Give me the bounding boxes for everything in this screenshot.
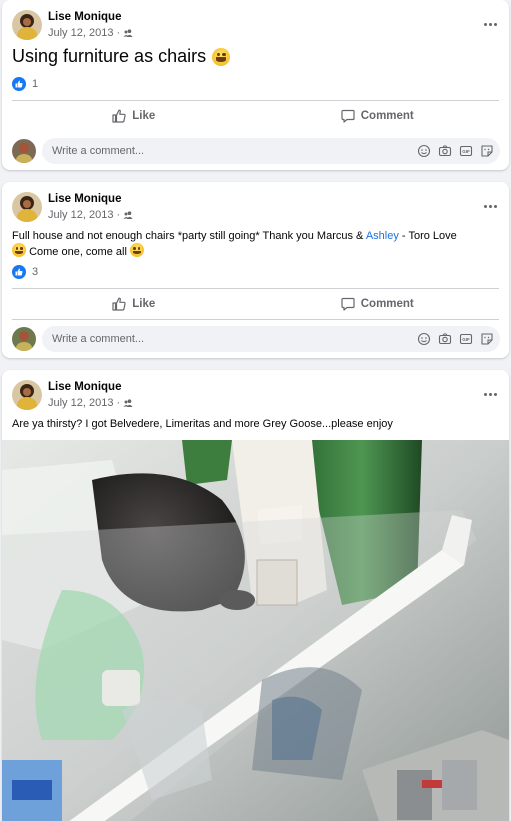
post-actions: Like Comment — [12, 102, 499, 130]
mention-link[interactable]: Ashley — [366, 230, 399, 242]
comment-label: Comment — [360, 298, 414, 310]
reaction-summary[interactable]: 1 — [12, 77, 38, 91]
more-options-icon[interactable] — [478, 196, 502, 216]
post-text: Using furniture as chairs — [12, 46, 231, 67]
comment-button[interactable]: Comment — [256, 102, 500, 130]
meta-separator: · — [116, 27, 121, 39]
comment-label: Comment — [360, 110, 414, 122]
user-avatar[interactable] — [12, 139, 36, 163]
user-avatar[interactable] — [12, 327, 36, 351]
meta-separator: · — [116, 209, 121, 221]
author-avatar[interactable] — [12, 10, 42, 40]
post-header: Lise Monique July 12, 2013 · — [12, 10, 502, 42]
fridge-photo-image — [2, 440, 509, 821]
post-text-content: Are ya thirsty? I got Belvedere, Limerit… — [12, 418, 393, 430]
thumbs-up-icon — [112, 297, 126, 311]
comment-input[interactable]: Write a comment... GIF — [42, 138, 500, 164]
post-text: Full house and not enough chairs *party … — [12, 229, 502, 259]
friends-icon[interactable] — [123, 28, 133, 38]
comment-placeholder: Write a comment... — [52, 333, 145, 345]
more-options-icon[interactable] — [478, 384, 502, 404]
author-name[interactable]: Lise Monique — [48, 381, 121, 393]
post-meta: July 12, 2013 · — [48, 27, 133, 39]
emoji-icon[interactable] — [417, 144, 431, 158]
sticker-icon[interactable] — [480, 332, 494, 346]
post-meta: July 12, 2013 · — [48, 209, 133, 221]
emoji-icon[interactable] — [417, 332, 431, 346]
smiling-emoji-icon — [12, 243, 26, 257]
friends-icon[interactable] — [123, 210, 133, 220]
author-avatar[interactable] — [12, 380, 42, 410]
post-card: Lise Monique July 12, 2013 · Full house … — [2, 182, 509, 358]
like-label: Like — [132, 298, 156, 310]
comment-placeholder: Write a comment... — [52, 145, 145, 157]
gif-icon[interactable]: GIF — [459, 332, 473, 346]
reaction-summary[interactable]: 3 — [12, 265, 38, 279]
reaction-count: 3 — [32, 266, 39, 278]
like-button[interactable]: Like — [12, 290, 256, 318]
comment-icon — [341, 297, 355, 311]
author-name[interactable]: Lise Monique — [48, 193, 121, 205]
divider — [12, 288, 499, 289]
thumbs-up-icon — [112, 109, 126, 123]
divider — [12, 319, 499, 320]
divider — [12, 100, 499, 101]
like-reaction-icon — [12, 265, 26, 279]
svg-text:GIF: GIF — [462, 337, 470, 342]
gif-icon[interactable]: GIF — [459, 144, 473, 158]
comment-input[interactable]: Write a comment... GIF — [42, 326, 500, 352]
meta-separator: · — [116, 397, 121, 409]
post-photo[interactable] — [2, 440, 509, 821]
more-options-icon[interactable] — [478, 14, 502, 34]
grinning-emoji-icon — [212, 47, 231, 66]
post-date[interactable]: July 12, 2013 — [48, 209, 113, 221]
post-meta: July 12, 2013 · — [48, 397, 133, 409]
grinning-emoji-icon — [129, 243, 144, 257]
post-text-part2: - Toro Love — [398, 230, 457, 242]
friends-icon[interactable] — [123, 398, 133, 408]
comment-composer: Write a comment... GIF — [12, 326, 500, 352]
composer-icons: GIF — [417, 332, 494, 346]
post-card: Lise Monique July 12, 2013 · Using furni… — [2, 0, 509, 170]
like-button[interactable]: Like — [12, 102, 256, 130]
reaction-count: 1 — [32, 78, 39, 90]
composer-icons: GIF — [417, 144, 494, 158]
post-text-line2: Come one, come all — [29, 246, 127, 258]
post-date[interactable]: July 12, 2013 — [48, 397, 113, 409]
comment-composer: Write a comment... GIF — [12, 138, 500, 164]
post-text-part1: Full house and not enough chairs *party … — [12, 230, 366, 242]
author-name[interactable]: Lise Monique — [48, 11, 121, 23]
post-header: Lise Monique July 12, 2013 · — [12, 192, 502, 224]
like-reaction-icon — [12, 77, 26, 91]
post-actions: Like Comment — [12, 290, 499, 318]
post-text-content: Using furniture as chairs — [12, 46, 207, 66]
sticker-icon[interactable] — [480, 144, 494, 158]
post-card: Lise Monique July 12, 2013 · Are ya thir… — [2, 370, 509, 821]
camera-icon[interactable] — [438, 144, 452, 158]
post-header: Lise Monique July 12, 2013 · — [12, 380, 502, 412]
camera-icon[interactable] — [438, 332, 452, 346]
comment-button[interactable]: Comment — [256, 290, 500, 318]
post-text: Are ya thirsty? I got Belvedere, Limerit… — [12, 417, 502, 431]
author-avatar[interactable] — [12, 192, 42, 222]
like-label: Like — [132, 110, 156, 122]
svg-text:GIF: GIF — [462, 149, 470, 154]
post-date[interactable]: July 12, 2013 — [48, 27, 113, 39]
comment-icon — [341, 109, 355, 123]
